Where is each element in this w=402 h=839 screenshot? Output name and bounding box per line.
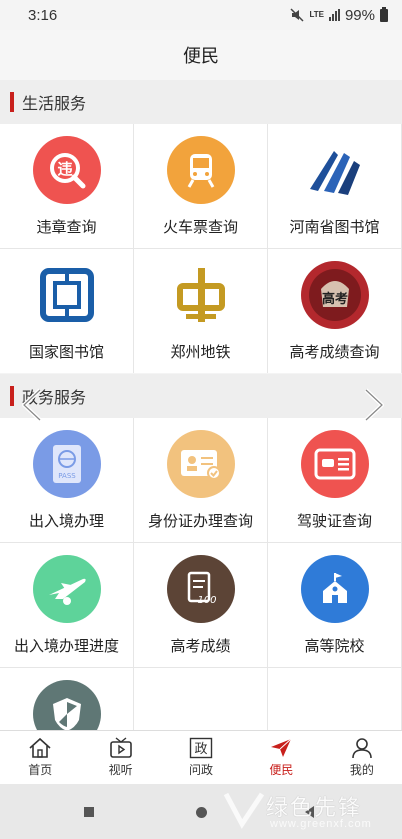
section-header-life: 生活服务 bbox=[0, 80, 402, 124]
mute-icon bbox=[290, 8, 304, 22]
watermark-logo-icon bbox=[223, 792, 265, 829]
network-label: LTE bbox=[309, 10, 324, 19]
service-label: 国家图书馆 bbox=[28, 344, 104, 361]
tab-convenience[interactable]: 便民 bbox=[241, 731, 321, 784]
service-item-exit-entry-progress[interactable]: 出入境办理进度 bbox=[0, 543, 134, 667]
service-label: 高考成绩查询 bbox=[289, 344, 380, 361]
tab-media[interactable]: 视听 bbox=[80, 731, 160, 784]
service-item-metro[interactable]: 郑州地铁 bbox=[134, 249, 268, 373]
watermark: 绿色先锋 www.greenxf.com bbox=[222, 786, 398, 836]
home-button[interactable] bbox=[196, 807, 207, 818]
service-item-exam-score[interactable]: 100 高考成绩 bbox=[134, 543, 268, 667]
tab-label: 便民 bbox=[269, 763, 294, 777]
tab-label: 问政 bbox=[189, 763, 214, 777]
henan-library-logo bbox=[300, 136, 369, 204]
page-title-bar: 便民 bbox=[0, 30, 402, 80]
service-item-henan-library[interactable]: 河南省图书馆 bbox=[268, 124, 402, 248]
zheng-icon: 政 bbox=[189, 737, 213, 759]
exam-score-icon: 100 bbox=[166, 555, 235, 623]
violation-search-icon: 违 bbox=[32, 136, 101, 204]
zheng-glyph: 政 bbox=[195, 742, 208, 757]
person-icon bbox=[352, 738, 372, 759]
status-bar: 3:16 LTE 99% bbox=[0, 0, 402, 30]
service-item-violation[interactable]: 违 违章查询 bbox=[0, 124, 134, 248]
svg-text:PASS: PASS bbox=[58, 472, 76, 480]
tab-inquiry[interactable]: 政 问政 bbox=[161, 731, 241, 784]
service-label: 高考成绩 bbox=[170, 638, 231, 655]
service-label: 驾驶证查询 bbox=[296, 513, 372, 530]
service-label: 出入境办理 bbox=[28, 513, 104, 530]
gaokao-icon: 高考 bbox=[300, 261, 369, 329]
service-item-id-card[interactable]: 身份证办理查询 bbox=[134, 418, 268, 542]
battery-icon bbox=[380, 6, 388, 22]
service-label: 郑州地铁 bbox=[170, 344, 231, 361]
chevron-right-icon[interactable] bbox=[362, 388, 386, 422]
section-accent-bar bbox=[10, 92, 14, 112]
service-label: 火车票查询 bbox=[162, 219, 238, 236]
paper-plane-icon bbox=[271, 738, 292, 757]
tv-icon bbox=[109, 737, 132, 758]
service-item-driver-license[interactable]: 驾驶证查询 bbox=[268, 418, 402, 542]
section-accent-bar bbox=[10, 386, 14, 406]
svg-text:违: 违 bbox=[57, 160, 72, 178]
zhengzhou-metro-logo bbox=[166, 261, 235, 329]
service-item-gaokao-query[interactable]: 高考 高考成绩查询 bbox=[268, 249, 402, 373]
life-services-grid: 违 违章查询 火车票查询 河南省图书馆 国家图书馆 郑州地铁 高考 高考成绩查询 bbox=[0, 124, 402, 373]
bottom-tab-bar: 首页 视听 政 问政 便民 我的 bbox=[0, 730, 402, 784]
section-header-government: 政务服务 bbox=[0, 374, 402, 418]
chevron-left-icon[interactable] bbox=[20, 388, 44, 422]
university-icon bbox=[300, 555, 369, 623]
page-title: 便民 bbox=[183, 46, 219, 66]
service-label: 身份证办理查询 bbox=[147, 513, 253, 530]
service-item-national-library[interactable]: 国家图书馆 bbox=[0, 249, 134, 373]
battery-percent: 99% bbox=[344, 6, 375, 24]
passport-icon: PASS bbox=[32, 430, 101, 498]
service-item-exit-entry[interactable]: PASS 出入境办理 bbox=[0, 418, 134, 542]
svg-text:100: 100 bbox=[197, 595, 216, 606]
status-time: 3:16 bbox=[28, 6, 58, 24]
service-label: 高等院校 bbox=[304, 638, 365, 655]
national-library-logo bbox=[32, 261, 101, 329]
watermark-url: www.greenxf.com bbox=[270, 818, 372, 830]
recents-button[interactable] bbox=[84, 807, 94, 817]
signal-icon bbox=[328, 9, 340, 21]
service-label: 违章查询 bbox=[36, 219, 97, 236]
service-item-train[interactable]: 火车票查询 bbox=[134, 124, 268, 248]
svg-text:高考: 高考 bbox=[321, 291, 347, 307]
tab-label: 我的 bbox=[349, 763, 374, 777]
tab-label: 首页 bbox=[28, 763, 53, 777]
train-icon bbox=[166, 136, 235, 204]
tab-home[interactable]: 首页 bbox=[0, 731, 80, 784]
driver-license-icon bbox=[300, 430, 369, 498]
service-label: 出入境办理进度 bbox=[13, 638, 119, 655]
home-icon bbox=[29, 737, 51, 758]
service-item-university[interactable]: 高等院校 bbox=[268, 543, 402, 667]
tab-profile[interactable]: 我的 bbox=[322, 731, 402, 784]
lte-indicator: LTE bbox=[309, 11, 324, 19]
tab-label: 视听 bbox=[108, 763, 133, 777]
section-title: 生活服务 bbox=[22, 96, 87, 113]
airplane-icon bbox=[32, 555, 101, 623]
id-card-icon bbox=[166, 430, 235, 498]
service-label: 河南省图书馆 bbox=[289, 219, 380, 236]
